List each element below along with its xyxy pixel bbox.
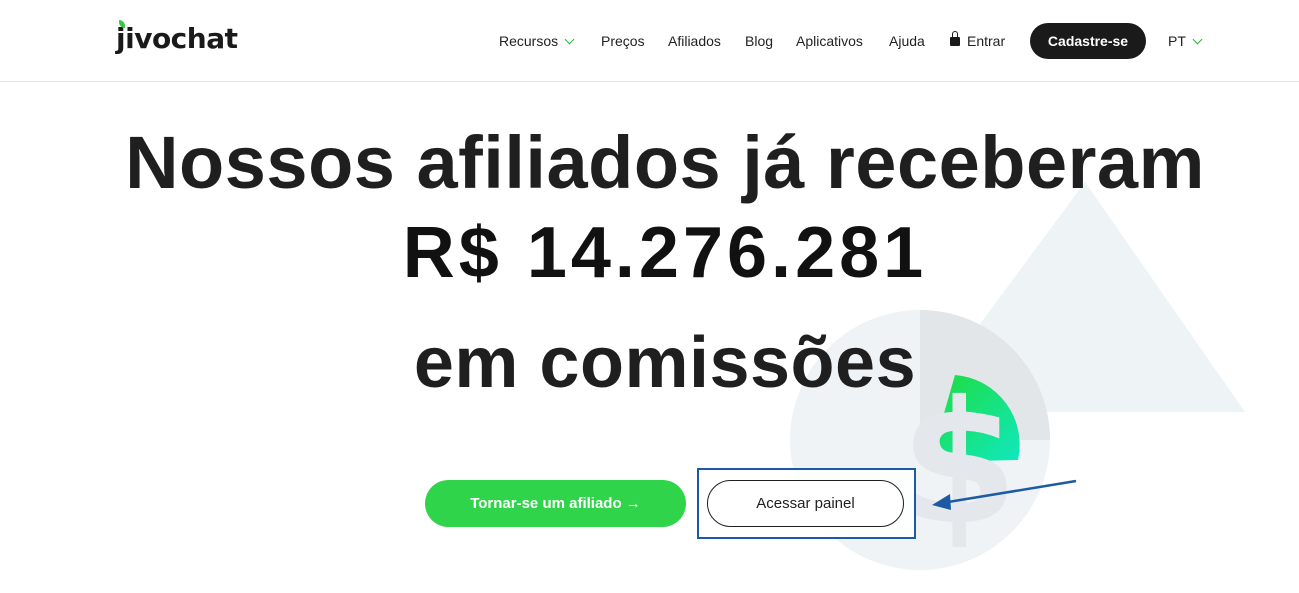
- nav-label: Recursos: [499, 33, 559, 49]
- access-panel-label: Acessar painel: [756, 495, 855, 512]
- nav-item-afiliados[interactable]: Afiliados: [668, 23, 721, 59]
- jivochat-logo[interactable]: jivochat: [116, 20, 238, 56]
- nav-label: Aplicativos: [796, 33, 863, 49]
- signup-label: Cadastre-se: [1047, 33, 1129, 49]
- become-affiliate-button[interactable]: Tornar-se um afiliado →: [425, 480, 686, 527]
- language-label: PT: [1168, 33, 1186, 49]
- nav-item-recursos[interactable]: Recursos: [499, 23, 575, 59]
- access-panel-button[interactable]: Acessar painel: [707, 480, 904, 527]
- language-selector[interactable]: PT: [1168, 23, 1203, 59]
- lock-icon: [950, 31, 960, 46]
- nav-item-blog[interactable]: Blog: [745, 23, 773, 59]
- signup-button[interactable]: Cadastre-se: [1030, 23, 1146, 59]
- nav-label: Entrar: [967, 33, 1006, 49]
- logo-text: jivochat: [116, 22, 238, 55]
- become-affiliate-label: Tornar-se um afiliado →: [470, 495, 641, 512]
- hero-line-1: Nossos afiliados já receberam: [125, 121, 1205, 204]
- nav-label: Blog: [745, 33, 774, 49]
- nav-item-ajuda[interactable]: Ajuda: [889, 23, 925, 59]
- commission-amount: R$ 14.276.281: [402, 213, 928, 293]
- hero-line-3: em comissões: [413, 323, 917, 403]
- site-header: jivochat Recursos Preços Afiliados Blog …: [0, 0, 1299, 82]
- nav-item-entrar[interactable]: Entrar: [950, 23, 1005, 59]
- annotation-arrow-icon: [932, 479, 1077, 510]
- nav-item-aplicativos[interactable]: Aplicativos: [796, 23, 863, 59]
- nav-label: Afiliados: [668, 33, 721, 49]
- nav-label: Ajuda: [889, 33, 925, 49]
- nav-label: Preços: [601, 33, 645, 49]
- chevron-down-icon: [1192, 34, 1203, 45]
- nav-item-precos[interactable]: Preços: [601, 23, 645, 59]
- chevron-down-icon: [564, 34, 575, 45]
